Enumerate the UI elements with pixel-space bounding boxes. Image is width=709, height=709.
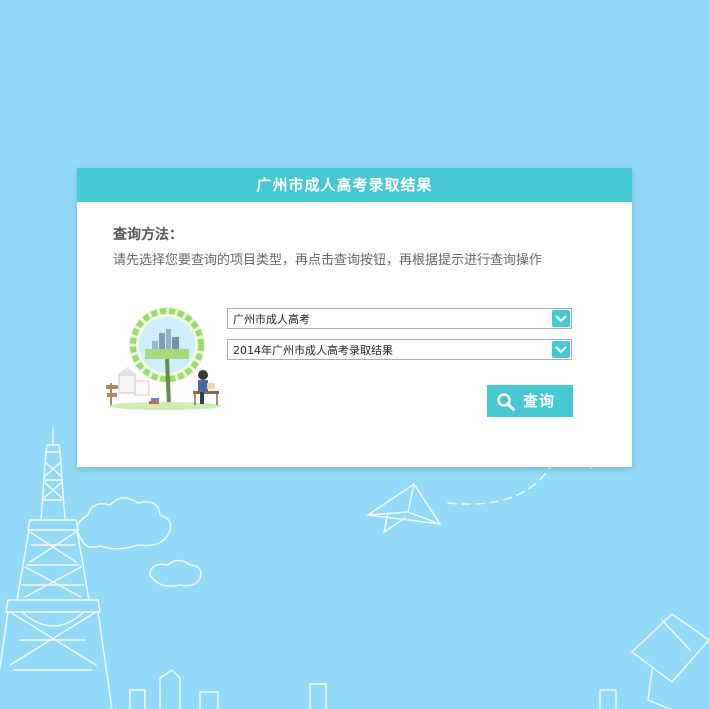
exam-type-select-value: 广州市成人高考 <box>233 313 310 326</box>
exam-type-select[interactable]: 广州市成人高考 <box>227 308 572 329</box>
query-button-label: 查询 <box>523 392 556 410</box>
result-item-select-value: 2014年广州市成人高考录取结果 <box>233 344 393 357</box>
eiffel-tower-icon <box>0 427 113 709</box>
method-title: 查询方法： <box>113 227 183 243</box>
chevron-down-icon[interactable] <box>552 341 570 358</box>
panel-title: 广州市成人高考录取结果 <box>256 176 433 194</box>
city-skyline-icon <box>129 669 617 709</box>
panel-header: 广州市成人高考录取结果 <box>77 168 632 202</box>
graduation-cap-icon <box>630 613 709 709</box>
result-item-select[interactable]: 2014年广州市成人高考录取结果 <box>227 339 572 360</box>
student-tree-illustration <box>106 307 221 410</box>
query-button[interactable]: 查询 <box>487 385 573 417</box>
chevron-down-icon[interactable] <box>552 310 570 327</box>
search-icon <box>497 393 515 411</box>
method-description: 请先选择您要查询的项目类型，再点击查询按钮，再根据提示进行查询操作 <box>113 253 543 268</box>
cloud-icon <box>76 497 172 550</box>
paper-plane-icon <box>366 483 442 534</box>
query-panel: 广州市成人高考录取结果 查询方法： 请先选择您要查询的项目类型，再点击查询按钮，… <box>77 168 632 467</box>
cloud-icon <box>149 559 202 587</box>
